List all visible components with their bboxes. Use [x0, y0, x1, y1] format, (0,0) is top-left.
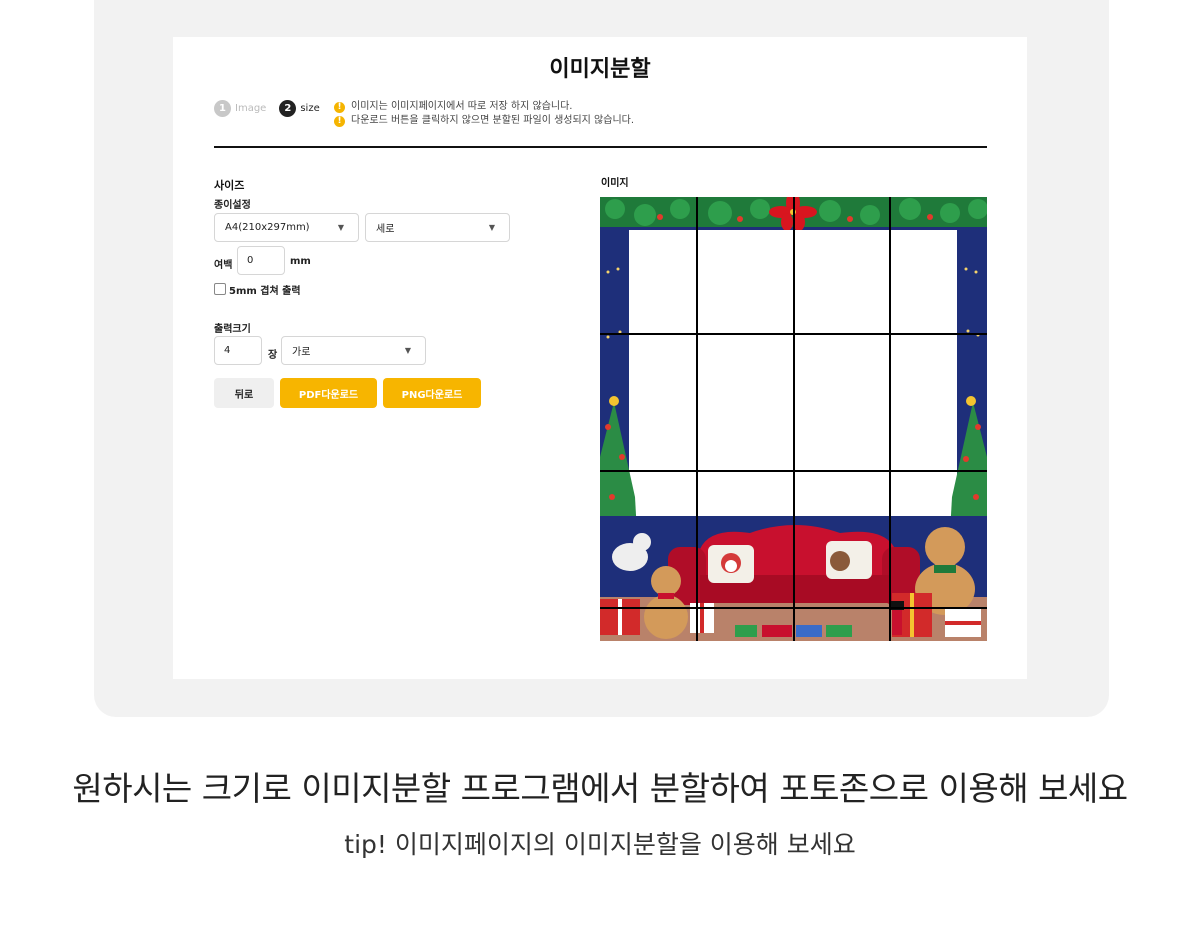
- overlap-label: 5mm 겹쳐 출력: [229, 286, 301, 297]
- image-preview: [600, 197, 987, 641]
- margin-input[interactable]: 0: [237, 246, 285, 275]
- notice-text: 다운로드 버튼을 클릭하지 않으면 분할된 파일이 생성되지 않습니다.: [351, 115, 635, 126]
- step-number: 2: [279, 100, 297, 117]
- christmas-photo-zone-image: [600, 197, 987, 641]
- notice-text: 이미지는 이미지페이지에서 따로 저장 하지 않습니다.: [351, 101, 573, 112]
- output-direction-value: 가로: [292, 347, 311, 358]
- overlap-checkbox[interactable]: [214, 283, 226, 295]
- pdf-download-button[interactable]: PDF다운로드: [280, 378, 377, 408]
- step-size[interactable]: 2 size: [279, 100, 320, 117]
- orientation-value: 세로: [376, 224, 395, 235]
- caption-main: 원하시는 크기로 이미지분할 프로그램에서 분할하여 포토존으로 이용해 보세요: [72, 769, 1128, 808]
- paper-size-select[interactable]: A4(210x297mm) ▼: [214, 213, 359, 242]
- output-count-input[interactable]: 4: [214, 336, 262, 365]
- warning-icon: !: [334, 101, 345, 113]
- back-button[interactable]: 뒤로: [214, 378, 274, 408]
- orientation-select[interactable]: 세로 ▼: [365, 213, 510, 242]
- margin-unit: mm: [290, 256, 311, 267]
- notice-item: ! 이미지는 이미지페이지에서 따로 저장 하지 않습니다.: [334, 100, 634, 114]
- margin-label: 여백: [214, 260, 233, 271]
- chevron-down-icon: ▼: [337, 223, 344, 232]
- chevron-down-icon: ▼: [488, 223, 495, 232]
- png-download-button[interactable]: PNG다운로드: [383, 378, 481, 408]
- step-indicator: 1 Image 2 size: [214, 100, 320, 117]
- paper-setting-label: 종이설정: [214, 200, 251, 211]
- output-count-unit: 장: [268, 350, 278, 361]
- step-label: size: [300, 103, 320, 114]
- size-heading: 사이즈: [214, 179, 245, 192]
- image-label: 이미지: [601, 178, 629, 189]
- output-direction-select[interactable]: 가로 ▼: [281, 336, 426, 365]
- output-size-heading: 출력크기: [214, 324, 251, 335]
- step-label: Image: [235, 103, 267, 114]
- warning-icon: !: [334, 115, 345, 127]
- chevron-down-icon: ▼: [404, 346, 411, 355]
- step-number: 1: [214, 100, 231, 117]
- notice-list: ! 이미지는 이미지페이지에서 따로 저장 하지 않습니다. ! 다운로드 버튼…: [334, 100, 634, 128]
- step-image[interactable]: 1 Image: [214, 100, 279, 117]
- page-title: 이미지분할: [549, 57, 651, 82]
- paper-size-value: A4(210x297mm): [225, 222, 310, 233]
- caption-sub: tip! 이미지페이지의 이미지분할을 이용해 보세요: [344, 830, 856, 859]
- image-split-panel: 이미지분할 1 Image 2 size ! 이미지는 이미지페이지에서 따로 …: [173, 37, 1027, 679]
- divider: [214, 146, 987, 148]
- notice-item: ! 다운로드 버튼을 클릭하지 않으면 분할된 파일이 생성되지 않습니다.: [334, 114, 634, 128]
